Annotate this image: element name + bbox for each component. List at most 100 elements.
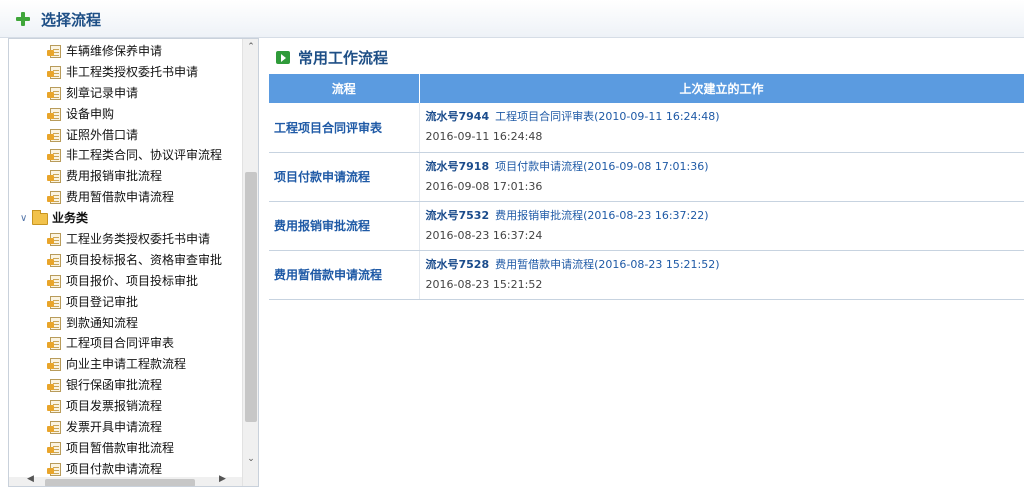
tree-vertical-scrollbar[interactable]: ⌃ ⌄ — [242, 39, 258, 486]
tree-folder[interactable]: ∨ 业务类 — [9, 208, 241, 229]
serial-number: 流水号7528 — [425, 257, 490, 271]
tree-item-label: 刻章记录申请 — [66, 85, 139, 100]
last-work-cell: 流水号7528 费用暂借款申请流程(2016-08-23 15:21:52) 201… — [419, 250, 1024, 300]
flow-name-link[interactable]: 项目付款申请流程 — [269, 152, 420, 202]
tree-item[interactable]: 到款通知流程 — [9, 313, 241, 334]
tree-item[interactable]: 向业主申请工程款流程 — [9, 354, 241, 375]
page-title: 选择流程 — [41, 11, 102, 29]
created-time: 2016-09-08 17:01:36 — [425, 179, 543, 193]
form-icon — [47, 316, 62, 330]
tree-item[interactable]: 证照外借口请 — [9, 125, 241, 146]
tree-item-label: 设备申购 — [66, 106, 115, 121]
created-time: 2016-09-11 16:24:48 — [425, 130, 543, 144]
serial-number: 流水号7944 — [425, 110, 490, 124]
tree-item-label: 向业主申请工程款流程 — [66, 357, 187, 372]
serial-number: 流水号7918 — [425, 159, 490, 173]
form-icon — [47, 379, 62, 393]
last-work-link[interactable]: 流水号7528 费用暂借款申请流程(2016-08-23 15:21:52) — [426, 256, 1024, 274]
tree-item[interactable]: 项目报价、项目投标审批 — [9, 271, 241, 292]
work-title: 费用报销审批流程(2016-08-23 16:37:22) — [495, 208, 709, 222]
tree-item[interactable]: 费用报销审批流程 — [9, 166, 241, 187]
form-icon — [47, 295, 62, 309]
form-icon — [47, 65, 62, 79]
process-tree: 车辆维修保养申请非工程类授权委托书申请 刻章记录申请 设备申购证照外借口请非工程类合… — [8, 38, 259, 487]
scroll-right-icon[interactable]: ▶ — [219, 474, 226, 484]
form-icon — [47, 274, 62, 288]
scroll-down-icon[interactable]: ⌄ — [243, 451, 258, 468]
flow-name-link[interactable]: 费用暂借款申请流程 — [269, 250, 420, 300]
tree-item-label: 项目登记审批 — [66, 294, 139, 309]
created-time: 2016-08-23 16:37:24 — [425, 228, 543, 242]
last-work-link[interactable]: 流水号7944 工程项目合同评审表(2010-09-11 16:24:48) — [426, 108, 1024, 126]
tree-item-label: 项目投标报名、资格审查审批 — [66, 252, 223, 267]
chevron-down-icon[interactable]: ∨ — [20, 208, 27, 229]
tree-item[interactable]: 工程项目合同评审表 — [9, 333, 241, 354]
tree-item-label: 工程项目合同评审表 — [66, 336, 175, 351]
tree-list: 车辆维修保养申请非工程类授权委托书申请 刻章记录申请 设备申购证照外借口请非工程类合… — [9, 41, 241, 480]
tree-item[interactable]: 项目投标报名、资格审查审批 — [9, 250, 241, 271]
form-icon — [47, 149, 62, 163]
tree-item-label: 车辆维修保养申请 — [66, 44, 163, 58]
scroll-thumb[interactable] — [245, 172, 257, 422]
table-row: 工程项目合同评审表 流水号7944 工程项目合同评审表(2010-09-11 16:… — [269, 103, 1024, 153]
tree-item[interactable]: 非工程类授权委托书申请 — [9, 62, 241, 83]
tree-item-label: 费用暂借款申请流程 — [66, 190, 175, 205]
tree-item-label: 项目发票报销流程 — [66, 399, 163, 414]
form-icon — [47, 421, 62, 435]
form-icon — [47, 45, 62, 58]
last-work-link[interactable]: 流水号7918 项目付款申请流程(2016-09-08 17:01:36) — [426, 158, 1024, 176]
created-time: 2016-08-23 15:21:52 — [425, 277, 543, 291]
serial-number: 流水号7532 — [425, 208, 490, 222]
last-work-cell: 流水号7944 工程项目合同评审表(2010-09-11 16:24:48) 201… — [419, 103, 1024, 153]
scroll-thumb-horizontal[interactable] — [45, 479, 195, 486]
last-work-link[interactable]: 流水号7532 费用报销审批流程(2016-08-23 16:37:22) — [426, 207, 1024, 225]
header-bar: 选择流程 — [0, 0, 1024, 38]
tree-item[interactable]: 刻章记录申请 — [9, 83, 241, 104]
tree-item[interactable]: 发票开具申请流程 — [9, 417, 241, 438]
tree-item-label: 发票开具申请流程 — [66, 420, 163, 435]
tree-item[interactable]: 项目发票报销流程 — [9, 396, 241, 417]
tree-item-label: 证照外借口请 — [66, 127, 139, 142]
tree-item-label: 非工程类授权委托书申请 — [66, 64, 199, 79]
tree-item-label: 银行保函审批流程 — [66, 378, 163, 393]
flow-name-link[interactable]: 工程项目合同评审表 — [269, 103, 420, 153]
tree-item[interactable]: 非工程类合同、协议评审流程 — [9, 145, 241, 166]
tree-item[interactable]: 项目暂借款审批流程 — [9, 438, 241, 459]
tree-item[interactable]: 工程业务类授权委托书申请 — [9, 229, 241, 250]
form-icon — [47, 253, 62, 267]
form-icon — [47, 358, 62, 372]
column-header-last-work: 上次建立的工作 — [419, 74, 1024, 103]
work-title: 项目付款申请流程(2016-09-08 17:01:36) — [495, 159, 709, 173]
tree-item[interactable]: 银行保函审批流程 — [9, 375, 241, 396]
tree-item[interactable]: 设备申购 — [9, 104, 241, 125]
folder-icon — [32, 210, 48, 226]
table-header-row: 流程 上次建立的工作 — [269, 74, 1024, 103]
table-row: 项目付款申请流程 流水号7918 项目付款申请流程(2016-09-08 17:01… — [269, 152, 1024, 202]
form-icon — [47, 441, 62, 455]
tree-item[interactable]: 项目登记审批 — [9, 292, 241, 313]
tree-item-label: 费用报销审批流程 — [66, 169, 163, 184]
add-icon[interactable] — [15, 11, 31, 27]
flow-name-link[interactable]: 费用报销审批流程 — [269, 201, 420, 251]
form-icon — [47, 86, 62, 100]
last-work-cell: 流水号7532 费用报销审批流程(2016-08-23 16:37:22) 2016… — [419, 201, 1024, 251]
tree-item[interactable]: 车辆维修保养申请 — [9, 41, 241, 62]
workflow-table: 流程 上次建立的工作 工程项目合同评审表 流水号7944 工程项目合同评审表(201… — [269, 74, 1024, 300]
arrow-right-icon — [276, 51, 290, 64]
work-title: 工程项目合同评审表(2010-09-11 16:24:48) — [495, 110, 720, 124]
form-icon — [47, 233, 62, 247]
form-icon — [47, 191, 62, 205]
work-title: 费用暂借款申请流程(2016-08-23 15:21:52) — [495, 257, 720, 271]
tree-item[interactable]: 费用暂借款申请流程 — [9, 187, 241, 208]
tree-horizontal-scrollbar[interactable]: ◀ ▶ — [9, 474, 242, 486]
table-row: 费用报销审批流程 流水号7532 费用报销审批流程(2016-08-23 16:37… — [269, 201, 1024, 251]
tree-folder-label: 业务类 — [52, 211, 89, 226]
form-icon — [47, 462, 62, 476]
scroll-up-icon[interactable]: ⌃ — [243, 39, 258, 56]
tree-item-label: 工程业务类授权委托书申请 — [66, 232, 211, 247]
table-row: 费用暂借款申请流程 流水号7528 费用暂借款申请流程(2016-08-23 15:… — [269, 250, 1024, 300]
form-icon — [47, 170, 62, 184]
form-icon — [47, 128, 62, 142]
last-work-cell: 流水号7918 项目付款申请流程(2016-09-08 17:01:36) 2016… — [419, 152, 1024, 202]
scroll-left-icon[interactable]: ◀ — [27, 474, 34, 484]
